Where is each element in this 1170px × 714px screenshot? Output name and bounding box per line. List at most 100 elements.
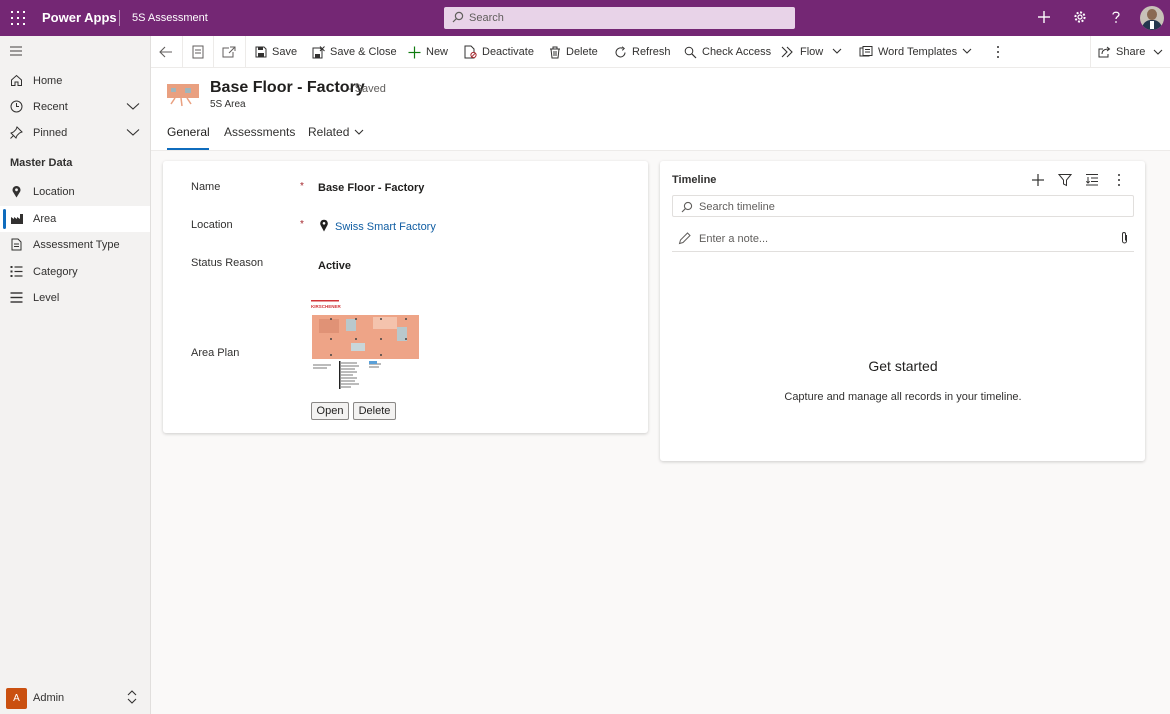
area-badge: A [6,688,27,709]
name-field-label: Name [191,181,221,193]
divider [245,36,246,68]
back-button[interactable] [159,36,178,68]
sidebar-item-location[interactable]: Location [0,179,150,205]
refresh-button[interactable]: Refresh [614,36,671,68]
sidebar-item-assessment-type[interactable]: Assessment Type [0,232,150,258]
save-status: - Saved [348,83,386,95]
attachment-icon[interactable] [1120,231,1129,245]
sidebar-item-area[interactable]: Area [0,206,150,232]
required-indicator: * [300,181,304,192]
sidebar-item-label: Level [33,292,60,304]
deactivate-button[interactable]: Deactivate [464,36,534,68]
add-icon[interactable] [1036,8,1052,26]
site-map-sidebar: Home Recent Pinned Master Data Location … [0,36,151,714]
delete-button[interactable]: Delete [549,36,598,68]
search-icon [452,11,464,23]
chevron-down-icon[interactable] [832,48,842,55]
flow-button[interactable]: Flow [781,36,823,68]
chevron-down-icon[interactable] [962,48,972,55]
location-lookup-link[interactable]: Swiss Smart Factory [335,221,436,233]
area-plan-brand: KIRSCHENER [311,304,342,309]
chevron-down-icon[interactable] [354,129,364,136]
sidebar-item-label: Area [33,213,57,225]
more-options-icon[interactable] [1117,173,1121,187]
hamburger-menu-icon[interactable] [10,46,24,56]
deactivate-label: Deactivate [482,46,534,58]
tab-related[interactable]: Related [308,125,349,139]
check-access-button[interactable]: Check Access [684,36,771,68]
tab-assessments[interactable]: Assessments [224,125,295,139]
word-templates-button[interactable]: Word Templates [859,36,957,68]
required-indicator: * [300,219,304,230]
sidebar-item-level[interactable]: Level [0,285,150,311]
sidebar-item-label: Pinned [33,127,68,139]
timeline-search-placeholder: Search timeline [699,201,775,213]
help-icon[interactable] [1109,8,1123,26]
area-plan-label: Area Plan [191,347,240,359]
search-placeholder: Search [469,12,504,24]
divider [1090,36,1091,68]
command-bar: Save Save & Close New Deactivate Delete … [151,36,1170,68]
tab-general[interactable]: General [167,125,210,139]
chevron-up-down-icon[interactable] [126,689,138,705]
clock-icon [10,100,23,113]
status-reason-value[interactable]: Active [318,260,351,272]
pencil-icon [678,232,691,245]
chevron-down-icon[interactable] [1153,49,1163,56]
record-set-button[interactable] [192,36,209,68]
open-image-button[interactable]: Open [311,402,349,420]
sort-icon[interactable] [1085,173,1099,187]
lines-icon [10,292,23,303]
sidebar-item-label: Recent [33,101,68,113]
app-name[interactable]: 5S Assessment [132,12,208,24]
save-label: Save [272,46,298,58]
entity-name: 5S Area [210,99,246,110]
key-search-icon [684,46,697,58]
map-pin-icon [12,185,21,198]
app-launcher-icon[interactable] [11,11,25,25]
new-label: New [426,46,449,58]
user-avatar[interactable] [1140,6,1164,30]
sidebar-item-label: Home [33,75,63,87]
save-button[interactable]: Save [255,36,297,68]
delete-label: Delete [566,46,598,58]
area-plan-image[interactable]: KIRSCHENER [311,297,421,393]
area-switcher[interactable]: A Admin [0,682,150,714]
top-bar: Power Apps 5S Assessment Search [0,0,1170,36]
sidebar-item-home[interactable]: Home [0,68,150,94]
sidebar-item-recent[interactable]: Recent [0,94,150,120]
timeline-note-input[interactable]: Enter a note... [672,227,1134,252]
share-button[interactable]: Share [1098,36,1163,68]
delete-image-button[interactable]: Delete [353,402,396,420]
name-field[interactable]: Base Floor - Factory [318,182,424,194]
open-new-window-button[interactable] [222,36,241,68]
sidebar-item-pinned[interactable]: Pinned [0,120,150,146]
filter-icon[interactable] [1058,173,1072,187]
pin-icon [10,126,23,139]
sidebar-item-label: Location [33,186,75,198]
global-search[interactable]: Search [444,7,795,29]
back-arrow-icon [159,46,172,58]
record-header: Base Floor - Factory - Saved 5S Area Gen… [151,68,1170,151]
share-icon [1098,46,1111,58]
brand-separator [119,10,120,26]
add-icon[interactable] [1031,173,1045,187]
word-templates-label: Word Templates [878,46,958,58]
save-close-button[interactable]: Save & Close [312,36,397,68]
timeline-title: Timeline [672,174,717,186]
brand-name[interactable]: Power Apps [42,10,117,25]
save-close-icon [312,45,325,58]
general-section: Name * Base Floor - Factory Location * S… [163,161,648,433]
save-close-label: Save & Close [330,46,397,58]
more-commands-icon[interactable] [996,45,1000,59]
chevron-down-icon[interactable] [126,128,140,137]
sidebar-item-label: Assessment Type [33,239,120,251]
search-icon [681,201,693,213]
sidebar-item-category[interactable]: Category [0,259,150,285]
settings-gear-icon[interactable] [1072,8,1088,26]
new-button[interactable]: New [408,36,448,68]
sidebar-section-header: Master Data [10,157,73,169]
timeline-search-input[interactable]: Search timeline [672,195,1134,217]
chevron-down-icon[interactable] [126,102,140,111]
flow-icon [781,46,793,58]
